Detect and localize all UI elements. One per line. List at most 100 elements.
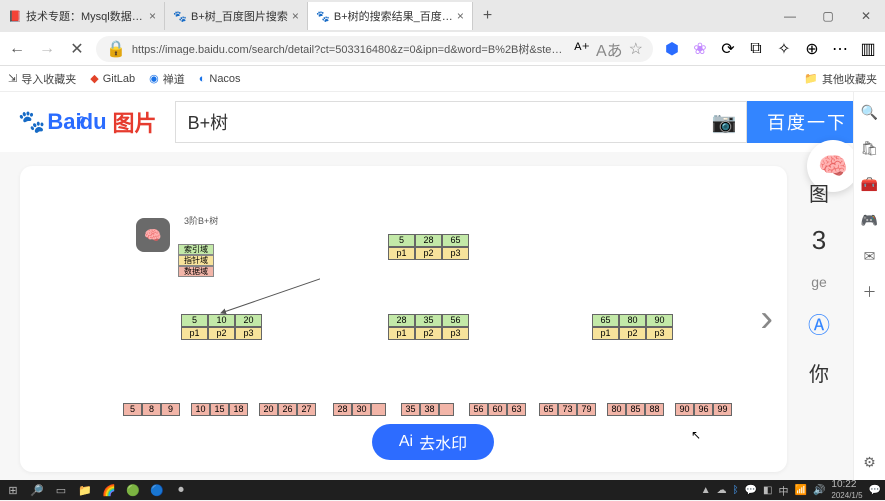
- browser-tab[interactable]: 📕 技术专题：Mysql数据库（视图… ×: [0, 2, 165, 30]
- diagram-title: 3阶B+树: [184, 214, 218, 227]
- bplus-tree-diagram: 🧠 3阶B+树 索引域 指针域 数据域: [20, 166, 787, 472]
- stop-button[interactable]: ✕: [66, 38, 88, 60]
- clock[interactable]: 10:222024/1/5: [831, 479, 862, 501]
- outlook-icon[interactable]: ✉: [860, 246, 880, 266]
- plus-icon[interactable]: ＋: [860, 282, 880, 302]
- internal-node: 658090 p1p2p3: [592, 314, 673, 340]
- extensions: ⬢ ❀ ⟳ ⧉ ✧ ⊕ ⋯ ▥: [661, 38, 879, 60]
- notifications-icon[interactable]: 💬: [869, 485, 881, 496]
- close-icon[interactable]: ×: [292, 9, 299, 23]
- extensions-icon[interactable]: ✧: [773, 38, 795, 60]
- chrome-icon[interactable]: 🟢: [124, 482, 142, 498]
- tab-title: B+树的搜索结果_百度图片搜索: [334, 8, 453, 24]
- lock-icon: 🔒: [106, 39, 126, 59]
- cloud-icon[interactable]: ☁: [717, 485, 727, 496]
- legend: 索引域 指针域 数据域: [178, 244, 214, 277]
- baidu-icon: 🐾: [316, 9, 330, 23]
- nacos-icon: ◐: [199, 73, 206, 85]
- edge-icon[interactable]: 🔵: [148, 482, 166, 498]
- sidebar-toggle-icon[interactable]: ▥: [857, 38, 879, 60]
- tab-title: 技术专题：Mysql数据库（视图…: [26, 8, 145, 24]
- ai-side-icon[interactable]: Ⓐ: [805, 308, 833, 340]
- remove-watermark-button[interactable]: Ai去水印: [372, 424, 494, 460]
- internal-node: 283556 p1p2p3: [388, 314, 469, 340]
- leaf-node: 3538: [401, 403, 454, 416]
- record-icon[interactable]: ⏺: [172, 482, 190, 498]
- titlebar: 📕 技术专题：Mysql数据库（视图… × 🐾 B+树_百度图片搜索 × 🐾 B…: [0, 0, 885, 32]
- profile-icon[interactable]: ⋯: [829, 38, 851, 60]
- forward-button[interactable]: →: [36, 38, 58, 60]
- leaf-node: 909699: [675, 403, 732, 416]
- folder-icon: 📁: [804, 72, 818, 85]
- tab-title: B+树_百度图片搜索: [191, 8, 288, 24]
- task-view-icon[interactable]: ▭: [52, 482, 70, 498]
- shopping-icon[interactable]: 🛍: [860, 138, 880, 158]
- search-input[interactable]: [176, 112, 702, 133]
- search-row: 🐾 Baiͦdu图片 📷 百度一下: [0, 92, 885, 152]
- bookmark-nacos[interactable]: ◐Nacos: [199, 73, 241, 85]
- leaf-node: 2830: [333, 403, 386, 416]
- bookmark-gitlab[interactable]: ◆GitLab: [90, 72, 135, 85]
- leaf-node: 566063: [469, 403, 526, 416]
- refresh-icon[interactable]: ⟳: [717, 38, 739, 60]
- search-button[interactable]: 百度一下: [747, 101, 867, 143]
- pdf-icon: 📕: [8, 9, 22, 23]
- root-node: 52865 p1p2p3: [388, 234, 469, 260]
- games-icon[interactable]: 🎮: [860, 210, 880, 230]
- wifi-icon[interactable]: 📶: [795, 485, 807, 496]
- volume-icon[interactable]: 🔊: [813, 485, 825, 496]
- browser-tab[interactable]: 🐾 B+树_百度图片搜索 ×: [165, 2, 308, 30]
- bookmark-chandao[interactable]: ◉禅道: [149, 71, 185, 87]
- explorer-icon[interactable]: 📁: [76, 482, 94, 498]
- baidu-logo[interactable]: 🐾 Baiͦdu图片: [18, 106, 157, 138]
- back-button[interactable]: ←: [6, 38, 28, 60]
- close-icon[interactable]: ×: [149, 9, 156, 23]
- page-content: 🐾 Baiͦdu图片 📷 百度一下 🧠 🧠 3阶B+树 索引域 指针域 数据域: [0, 92, 885, 480]
- new-tab-button[interactable]: +: [473, 7, 502, 25]
- ime-icon[interactable]: 中: [779, 483, 789, 498]
- side-label: 你: [805, 358, 833, 387]
- chandao-icon: ◉: [149, 72, 159, 85]
- camera-icon[interactable]: 📷: [702, 110, 746, 135]
- settings-icon[interactable]: ⚙: [860, 452, 880, 472]
- gitlab-icon: ◆: [90, 72, 98, 85]
- translate-icon[interactable]: ᴬ⁺: [574, 39, 590, 59]
- other-bookmarks[interactable]: 📁其他收藏夹: [804, 71, 877, 87]
- import-bookmarks[interactable]: ⇲导入收藏夹: [8, 71, 76, 87]
- app-icon[interactable]: 🌈: [100, 482, 118, 498]
- ext-icon[interactable]: ❀: [689, 38, 711, 60]
- image-viewer: 🧠 3阶B+树 索引域 指针域 数据域: [20, 166, 787, 472]
- ai-icon: Ai: [399, 433, 413, 451]
- taskbar: ⊞ 🔎 ▭ 📁 🌈 🟢 🔵 ⏺ ▲ ☁ ᛒ 💬 ◧ 中 📶 🔊 10:22202…: [0, 480, 885, 500]
- internal-node: 51020 p1p2p3: [181, 314, 262, 340]
- search-icon[interactable]: 🔍: [860, 102, 880, 122]
- tree-edges: [20, 166, 320, 316]
- close-window-icon[interactable]: ✕: [847, 0, 885, 32]
- tray-icon[interactable]: ◧: [763, 485, 772, 496]
- favorites-bar-icon[interactable]: ⊕: [801, 38, 823, 60]
- side-number: 3: [805, 225, 833, 256]
- collections-icon[interactable]: ⧉: [745, 38, 767, 60]
- side-info: 图 3 ge Ⓐ 你: [805, 166, 833, 472]
- tools-icon[interactable]: 🧰: [860, 174, 880, 194]
- url-box[interactable]: 🔒 ᴬ⁺ Aあ ☆: [96, 36, 653, 62]
- next-image-button[interactable]: ›: [760, 298, 773, 341]
- start-icon[interactable]: ⊞: [4, 482, 22, 498]
- baidu-icon: 🐾: [173, 9, 187, 23]
- search-box: 📷: [175, 101, 747, 143]
- tray-icon[interactable]: ▲: [701, 485, 711, 496]
- search-icon[interactable]: 🔎: [28, 482, 46, 498]
- system-tray: ▲ ☁ ᛒ 💬 ◧ 中 📶 🔊 10:222024/1/5 💬: [701, 479, 881, 501]
- favorite-icon[interactable]: ☆: [629, 39, 643, 59]
- wechat-icon[interactable]: 💬: [745, 485, 757, 496]
- url-input[interactable]: [132, 43, 568, 55]
- close-icon[interactable]: ×: [457, 9, 464, 23]
- maximize-icon[interactable]: ▢: [809, 0, 847, 32]
- side-label: 图: [805, 178, 833, 207]
- leaf-node: 101518: [191, 403, 248, 416]
- read-aloud-icon[interactable]: Aあ: [596, 37, 623, 61]
- bluetooth-icon[interactable]: ᛒ: [733, 485, 739, 496]
- ext-icon[interactable]: ⬢: [661, 38, 683, 60]
- browser-tab-active[interactable]: 🐾 B+树的搜索结果_百度图片搜索 ×: [308, 2, 473, 30]
- minimize-icon[interactable]: —: [771, 0, 809, 32]
